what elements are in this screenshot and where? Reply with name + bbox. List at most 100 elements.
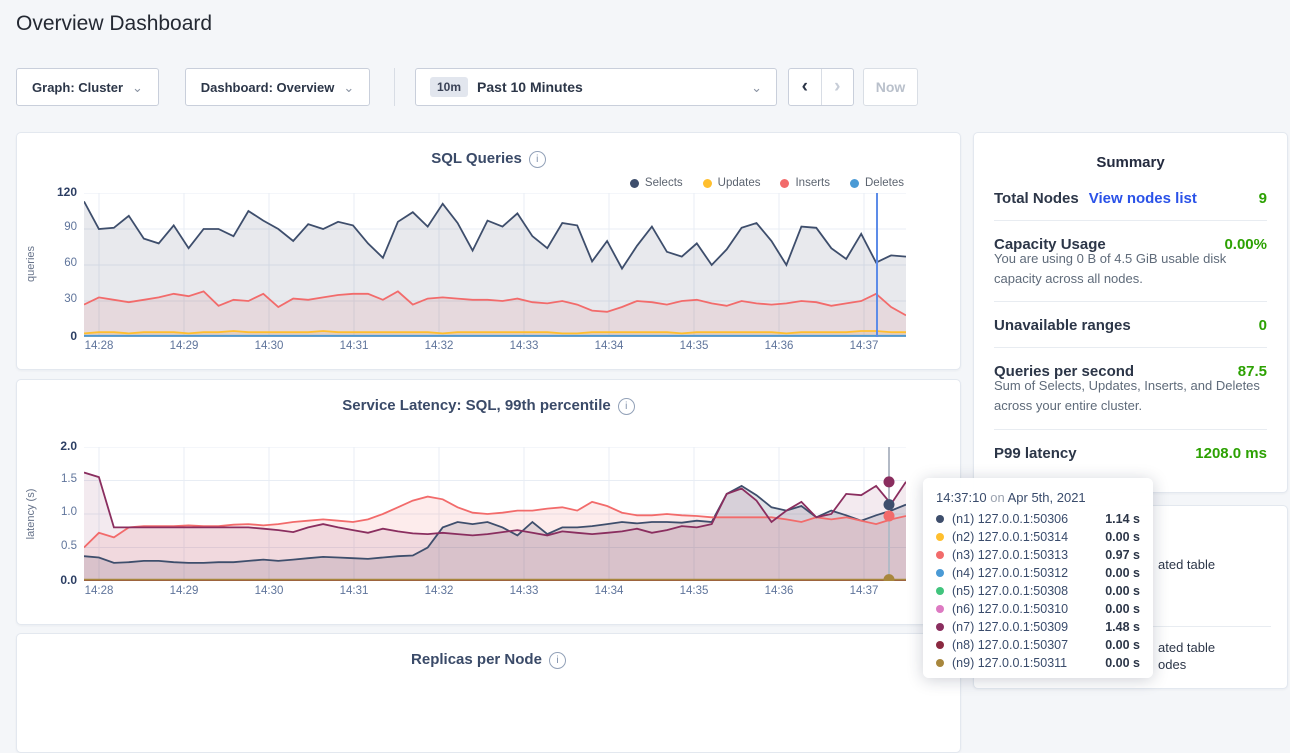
tooltip-row: (n1) 127.0.0.1:503061.14 s [936, 510, 1140, 528]
node-color-dot [936, 641, 944, 649]
summary-value: 1208.0 ms [1195, 445, 1267, 462]
x-tick-label: 14:32 [409, 340, 469, 352]
x-tick-label: 14:37 [834, 340, 894, 352]
chart-title: SQL Queries i [17, 150, 960, 168]
x-tick-label: 14:29 [154, 585, 214, 597]
x-axis-ticks: 14:28 14:29 14:30 14:31 14:32 14:33 14:3… [84, 585, 906, 599]
legend-dot [780, 179, 789, 188]
y-tick-label: 120 [21, 185, 77, 199]
y-tick-label: 1.0 [21, 506, 77, 518]
x-tick-label: 14:33 [494, 585, 554, 597]
replicas-per-node-chart-card: Replicas per Node i [16, 633, 961, 753]
y-tick-label: 30 [21, 293, 77, 305]
legend-dot [703, 179, 712, 188]
chart-hover-tooltip: 14:37:10 on Apr 5th, 2021 (n1) 127.0.0.1… [923, 478, 1153, 678]
x-tick-label: 14:28 [69, 585, 129, 597]
sql-queries-plot[interactable] [84, 193, 906, 337]
tooltip-row: (n3) 127.0.0.1:503130.97 s [936, 546, 1140, 564]
node-color-dot [936, 569, 944, 577]
divider [394, 68, 395, 106]
x-tick-label: 14:33 [494, 340, 554, 352]
info-icon[interactable]: i [549, 652, 566, 669]
summary-heading: Summary [994, 154, 1267, 171]
x-tick-label: 14:37 [834, 585, 894, 597]
dashboard-dropdown[interactable]: Dashboard: Overview ⌄ [185, 68, 370, 106]
time-range-arrows: ‹ › [788, 68, 854, 106]
summary-panel: Summary Total Nodes View nodes list 9 Ca… [973, 132, 1288, 493]
node-color-dot [936, 515, 944, 523]
chart-title-text: Replicas per Node [411, 651, 542, 668]
now-button[interactable]: Now [863, 68, 918, 106]
legend-item[interactable]: Selects [630, 177, 683, 189]
y-tick-label: 60 [21, 257, 77, 269]
chart-title: Service Latency: SQL, 99th percentile i [17, 397, 960, 415]
x-axis-ticks: 14:28 14:29 14:30 14:31 14:32 14:33 14:3… [84, 340, 906, 354]
y-tick-label: 90 [21, 221, 77, 233]
event-text-fragment: ated table [1158, 557, 1215, 572]
tooltip-row: (n8) 127.0.0.1:503070.00 s [936, 636, 1140, 654]
legend-dot [850, 179, 859, 188]
x-tick-label: 14:36 [749, 585, 809, 597]
y-tick-label: 0.5 [21, 540, 77, 552]
event-text-fragment: odes [1158, 657, 1186, 672]
legend-item[interactable]: Inserts [780, 177, 830, 189]
summary-value: 0.00% [1224, 236, 1267, 253]
summary-row-unavailable-ranges: Unavailable ranges 0 [994, 302, 1267, 348]
summary-label: P99 latency [994, 445, 1077, 462]
view-nodes-list-link[interactable]: View nodes list [1089, 190, 1197, 207]
summary-label: Total Nodes [994, 190, 1079, 207]
node-color-dot [936, 623, 944, 631]
tooltip-row: (n9) 127.0.0.1:503110.00 s [936, 654, 1140, 672]
tooltip-row: (n5) 127.0.0.1:503080.00 s [936, 582, 1140, 600]
tooltip-row: (n6) 127.0.0.1:503100.00 s [936, 600, 1140, 618]
y-axis-ticks: 120 90 60 30 0 [21, 193, 77, 337]
chart-title-text: Service Latency: SQL, 99th percentile [342, 397, 610, 414]
legend-item[interactable]: Updates [703, 177, 761, 189]
page-title: Overview Dashboard [16, 12, 212, 36]
x-tick-label: 14:32 [409, 585, 469, 597]
service-latency-plot[interactable] [84, 447, 906, 581]
summary-row-capacity: Capacity Usage 0.00% You are using 0 B o… [994, 221, 1267, 302]
time-range-badge: 10m [430, 77, 468, 97]
x-tick-label: 14:30 [239, 340, 299, 352]
service-latency-chart-card: Service Latency: SQL, 99th percentilei l… [16, 379, 961, 625]
legend-dot [630, 179, 639, 188]
dashboard-dropdown-label: Dashboard: Overview [201, 80, 335, 95]
y-axis-ticks: 2.0 1.5 1.0 0.5 0.0 [21, 447, 77, 581]
summary-value: 0 [1259, 317, 1267, 334]
x-tick-label: 14:31 [324, 340, 384, 352]
info-icon[interactable]: i [529, 151, 546, 168]
y-tick-label: 2.0 [21, 439, 77, 453]
next-range-button[interactable]: › [822, 69, 854, 105]
x-tick-label: 14:35 [664, 585, 724, 597]
x-tick-label: 14:34 [579, 340, 639, 352]
summary-label: Unavailable ranges [994, 317, 1131, 334]
chart-title: Replicas per Node i [17, 651, 960, 669]
sql-queries-chart-card: SQL Queries i Selects Updates Inserts Del… [16, 132, 961, 370]
summary-row-p99-latency: P99 latency 1208.0 ms [994, 430, 1267, 475]
node-color-dot [936, 551, 944, 559]
legend-item[interactable]: Deletes [850, 177, 904, 189]
x-tick-label: 14:30 [239, 585, 299, 597]
prev-range-button[interactable]: ‹ [789, 69, 822, 105]
info-icon[interactable]: i [618, 398, 635, 415]
x-tick-label: 14:35 [664, 340, 724, 352]
node-color-dot [936, 587, 944, 595]
x-tick-label: 14:34 [579, 585, 639, 597]
node-color-dot [936, 659, 944, 667]
summary-description: You are using 0 B of 4.5 GiB usable disk… [994, 249, 1267, 289]
chart-title-text: SQL Queries [431, 150, 522, 167]
x-tick-label: 14:31 [324, 585, 384, 597]
x-tick-label: 14:28 [69, 340, 129, 352]
summary-row-qps: Queries per second 87.5 Sum of Selects, … [994, 348, 1267, 429]
time-range-label: Past 10 Minutes [477, 79, 583, 95]
tooltip-row: (n7) 127.0.0.1:503091.48 s [936, 618, 1140, 636]
node-color-dot [936, 533, 944, 541]
tooltip-row: (n4) 127.0.0.1:503120.00 s [936, 564, 1140, 582]
graph-dropdown[interactable]: Graph: Cluster ⌄ [16, 68, 159, 106]
event-text-fragment: ated table [1158, 640, 1215, 655]
chevron-down-icon: ⌄ [343, 81, 354, 94]
chart-legend: Selects Updates Inserts Deletes [630, 177, 904, 189]
chevron-down-icon: ⌄ [132, 81, 143, 94]
time-range-selector[interactable]: 10m Past 10 Minutes ⌄ [415, 68, 777, 106]
